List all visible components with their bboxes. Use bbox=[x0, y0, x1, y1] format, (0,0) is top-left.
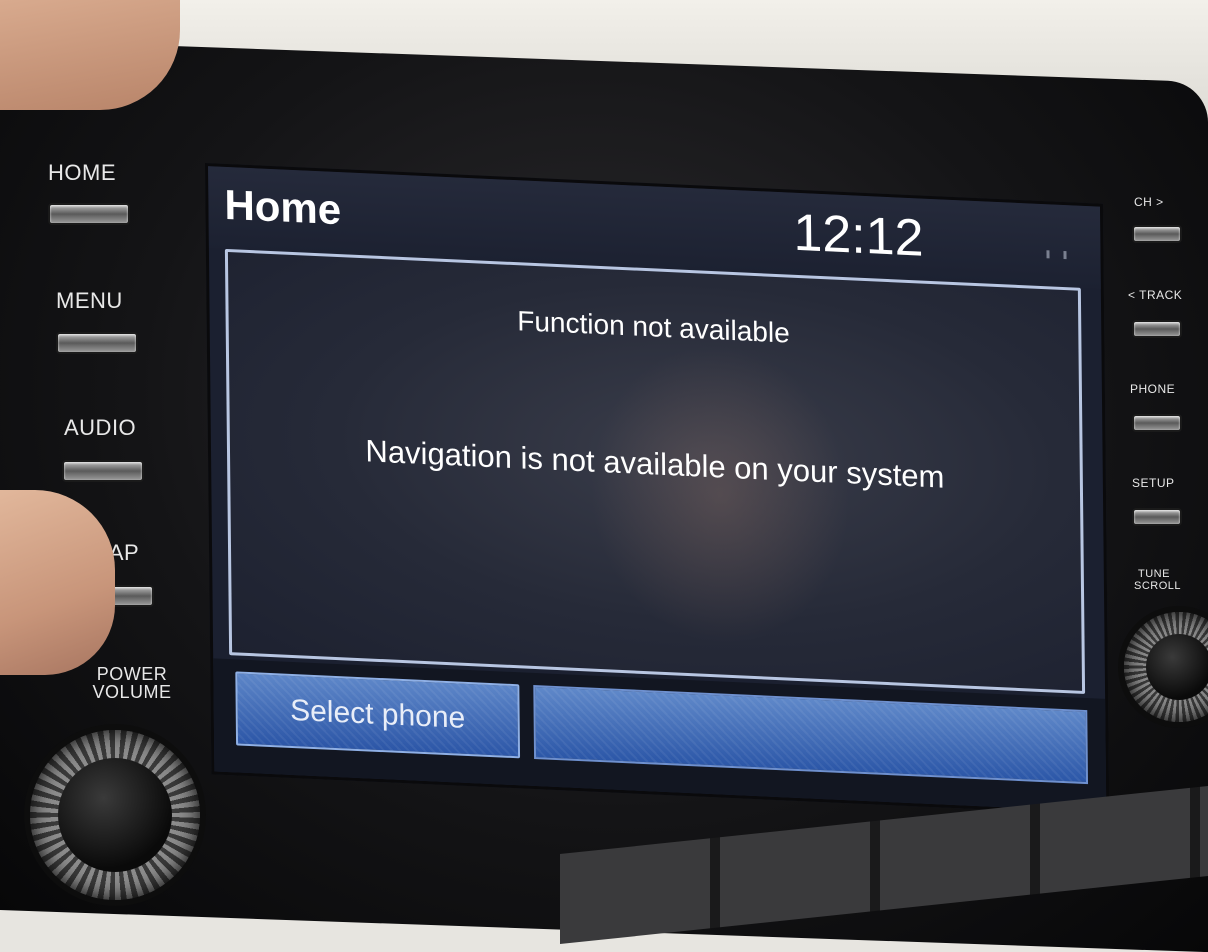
clock: 12:12 bbox=[793, 203, 924, 268]
menu-hardware-button[interactable] bbox=[56, 332, 138, 354]
ch-hw-label: CH > bbox=[1134, 195, 1164, 209]
power-volume-label: POWER VOLUME bbox=[82, 665, 182, 701]
audio-hardware-button[interactable] bbox=[62, 460, 144, 482]
scroll-label: SCROLL bbox=[1134, 580, 1182, 592]
setup-hardware-button[interactable] bbox=[1132, 508, 1182, 526]
audio-hw-label: AUDIO bbox=[64, 415, 137, 440]
ch-hardware-button[interactable] bbox=[1132, 225, 1182, 243]
select-phone-button[interactable]: Select phone bbox=[235, 671, 521, 759]
power-volume-knob[interactable] bbox=[30, 730, 200, 900]
power-label: POWER bbox=[96, 664, 168, 684]
screen-title: Home bbox=[224, 180, 342, 234]
tune-scroll-label: TUNE SCROLL bbox=[1134, 568, 1182, 592]
volume-label: VOLUME bbox=[92, 682, 172, 702]
setup-hw-label: SETUP bbox=[1132, 476, 1175, 490]
home-hw-label: HOME bbox=[48, 160, 116, 185]
menu-hw-label: MENU bbox=[56, 288, 123, 313]
track-hw-label: < TRACK bbox=[1128, 288, 1183, 302]
phone-hw-label: PHONE bbox=[1130, 382, 1176, 396]
bottom-bar-panel[interactable] bbox=[533, 684, 1089, 785]
tune-knob-cap bbox=[1146, 634, 1208, 700]
touchscreen: Home 12:12 Function not available Naviga… bbox=[205, 163, 1110, 816]
home-hardware-button[interactable] bbox=[48, 203, 130, 225]
phone-hardware-button[interactable] bbox=[1132, 414, 1182, 432]
track-hardware-button[interactable] bbox=[1132, 320, 1182, 338]
function-unavailable-dialog: Function not available Navigation is not… bbox=[224, 248, 1086, 695]
screen-reflection bbox=[588, 338, 852, 651]
tune-label: TUNE bbox=[1138, 568, 1170, 580]
status-icon bbox=[1046, 250, 1067, 260]
knob-cap bbox=[58, 758, 172, 872]
